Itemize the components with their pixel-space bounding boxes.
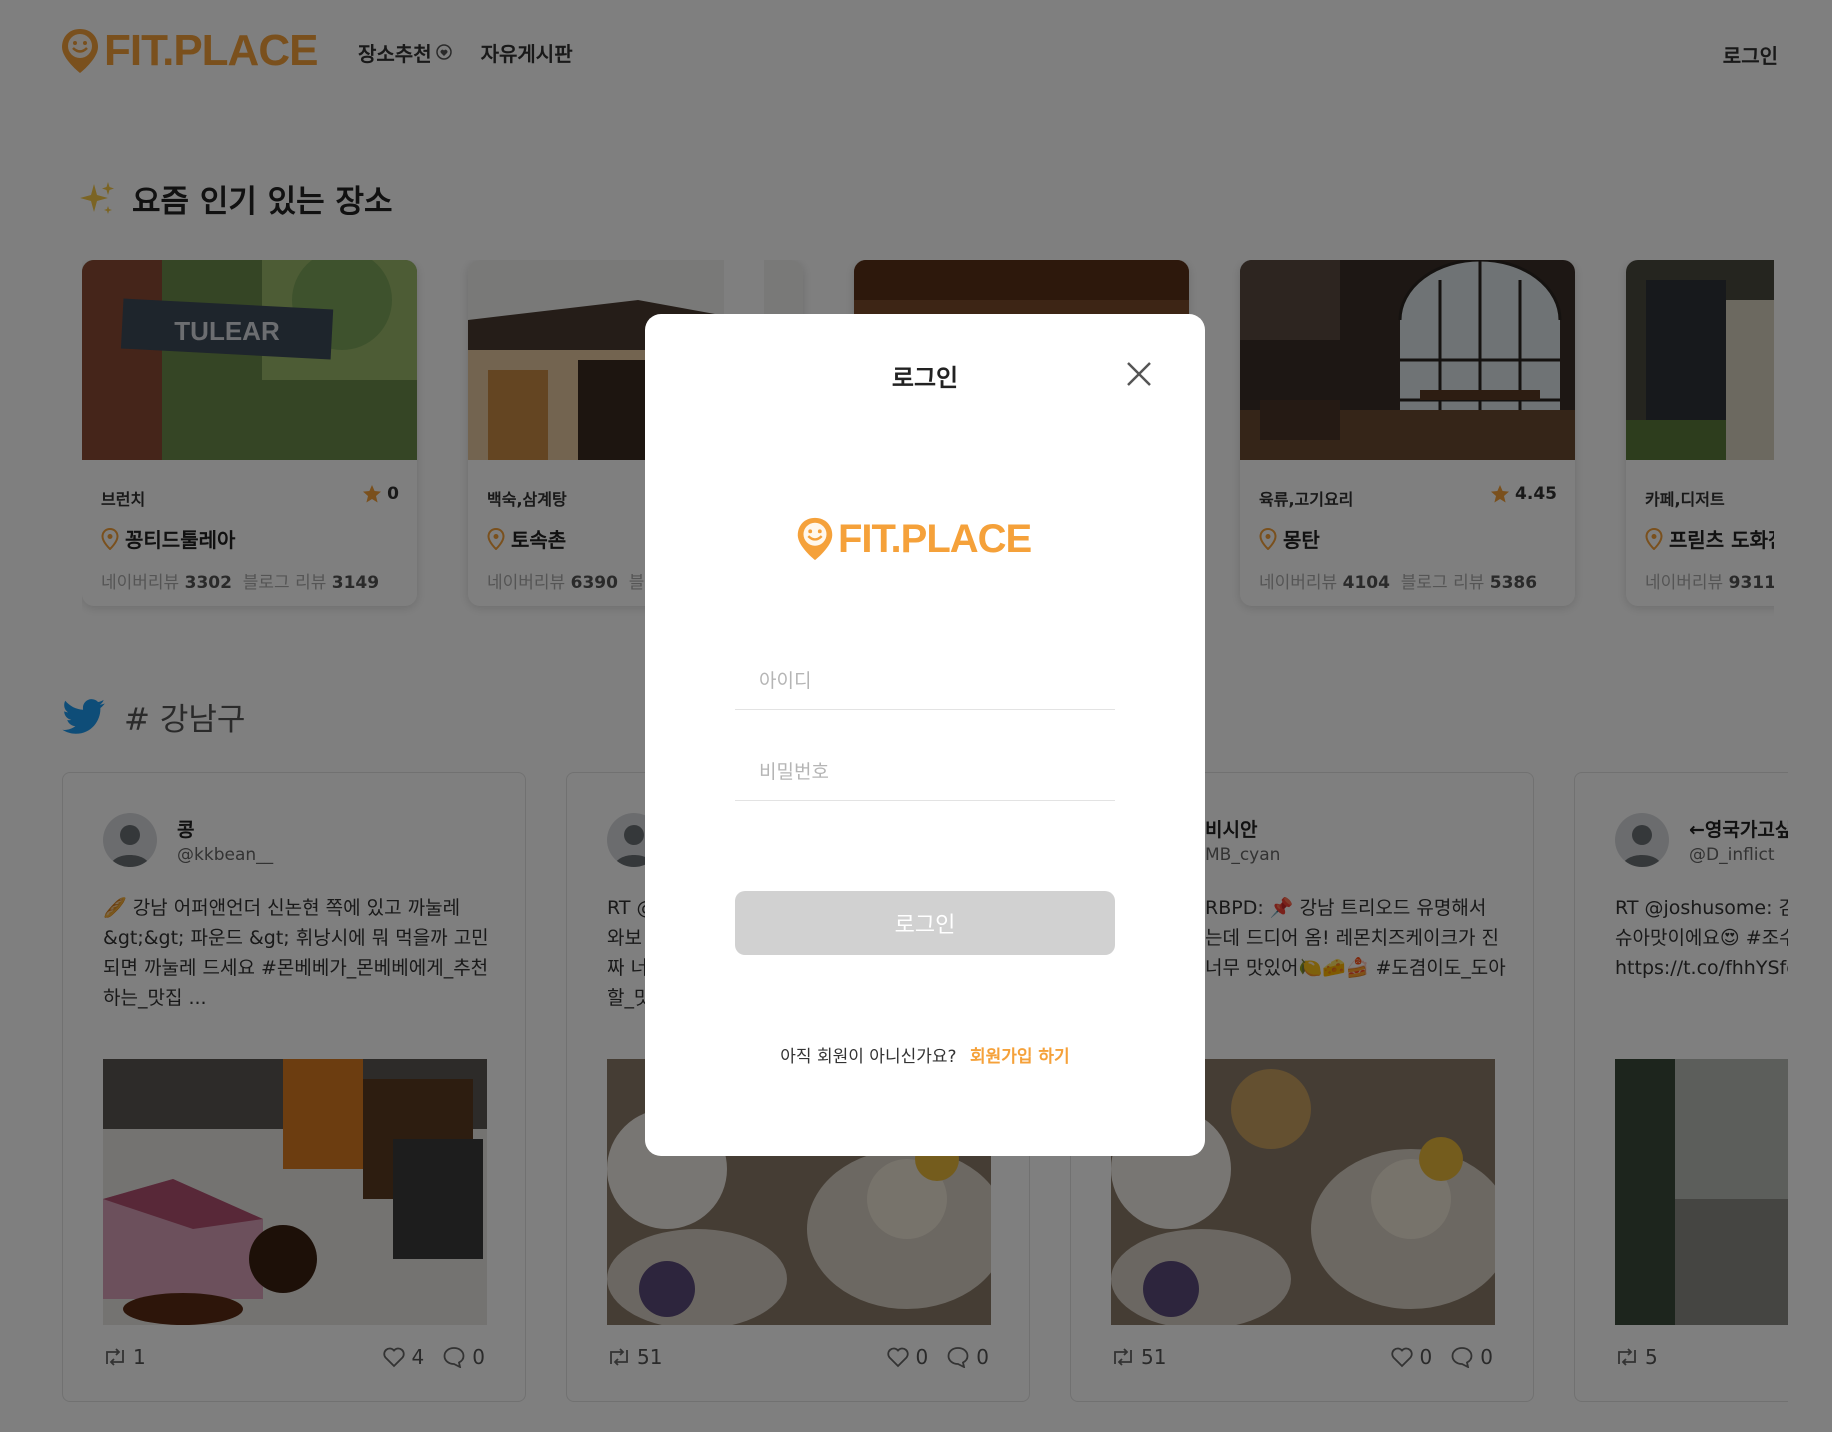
password-input[interactable] <box>735 743 1115 801</box>
login-submit-button[interactable]: 로그인 <box>735 891 1115 955</box>
modal-logo: FIT.PLACE <box>795 516 1032 562</box>
modal-logo-text: FIT.PLACE <box>838 516 1032 561</box>
signup-link[interactable]: 회원가입 하기 <box>970 1047 1070 1067</box>
id-input[interactable] <box>735 652 1115 710</box>
modal-title: 로그인 <box>891 364 959 392</box>
location-pin-smile-icon <box>797 517 833 561</box>
signup-prompt: 아직 회원이 아니신가요? 회원가입 하기 <box>645 1042 1205 1067</box>
close-icon[interactable] <box>1123 358 1155 390</box>
signup-prompt-text: 아직 회원이 아니신가요? <box>780 1047 957 1067</box>
login-modal: 로그인 FIT.PLACE 로그인 아직 회원이 아니신가요? 회원가입 하기 <box>645 314 1205 1156</box>
